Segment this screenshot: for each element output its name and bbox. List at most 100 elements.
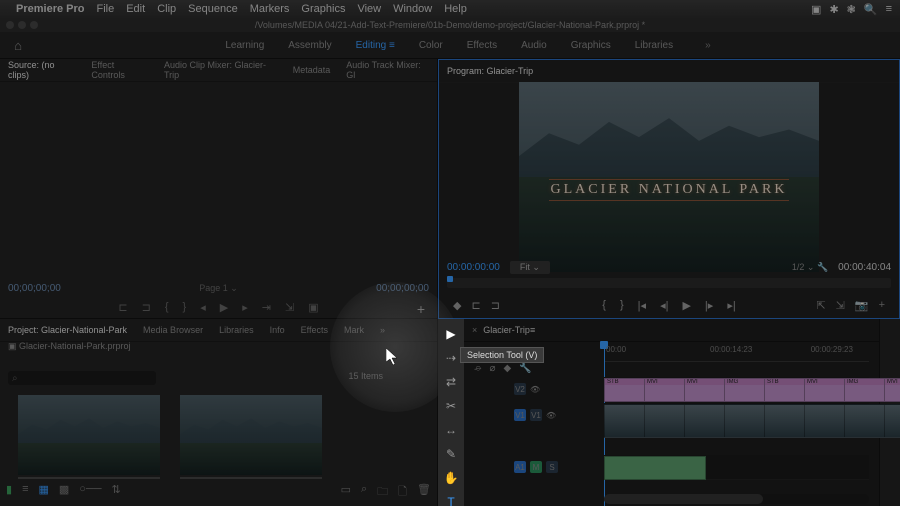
zoom-slider[interactable]: ○── bbox=[79, 483, 101, 502]
ws-overflow-icon[interactable]: » bbox=[705, 40, 711, 51]
extract-icon[interactable]: ⇲ bbox=[836, 299, 845, 312]
timeline-clip[interactable] bbox=[804, 404, 846, 438]
step-fwd-icon[interactable]: ▸| bbox=[727, 299, 735, 312]
auto-sequence-icon[interactable]: ▭ bbox=[341, 483, 351, 502]
program-scrubber[interactable] bbox=[447, 278, 891, 288]
go-in-icon[interactable]: { bbox=[165, 301, 169, 314]
playhead-icon[interactable] bbox=[447, 276, 453, 282]
eye-icon[interactable]: 👁 bbox=[546, 411, 556, 420]
snap-icon[interactable]: ⌮ bbox=[474, 363, 481, 374]
project-search-input[interactable]: ⌕ bbox=[8, 371, 156, 385]
menu-help[interactable]: Help bbox=[444, 3, 467, 15]
razor-tool[interactable]: ✂ bbox=[443, 399, 459, 413]
play-icon[interactable]: ▶ bbox=[682, 299, 690, 312]
zoom-fit-select[interactable]: Fit ⌄ bbox=[510, 261, 550, 274]
go-in-icon[interactable]: { bbox=[602, 299, 606, 312]
v1-source[interactable]: V1 bbox=[514, 409, 526, 421]
timeline-clip[interactable]: STB bbox=[764, 378, 806, 402]
insert-icon[interactable]: ⇥ bbox=[262, 301, 271, 314]
track-v2[interactable]: STBMVIMVIIMGSTBMVIIMGMVISTA bbox=[604, 377, 869, 402]
mark-in-icon[interactable]: ⊏ bbox=[471, 299, 480, 312]
tab-project[interactable]: Project: Glacier-National-Park bbox=[8, 325, 127, 335]
step-fwd-icon[interactable]: ▸ bbox=[242, 301, 248, 314]
go-out-icon[interactable]: } bbox=[183, 301, 187, 314]
timeline-clip[interactable]: MVI bbox=[804, 378, 846, 402]
timeline-clip[interactable] bbox=[684, 404, 726, 438]
seq-close-icon[interactable]: × bbox=[472, 325, 477, 335]
timeline-clip[interactable] bbox=[724, 404, 766, 438]
v2-toggle[interactable]: V2 bbox=[514, 383, 526, 395]
ws-learning[interactable]: Learning bbox=[225, 40, 264, 51]
marker-icon[interactable]: ◆ bbox=[503, 363, 511, 374]
program-tc-left[interactable]: 00:00:00:00 bbox=[447, 262, 500, 273]
step-back-icon[interactable]: ◂ bbox=[200, 301, 206, 314]
scroll-handle[interactable] bbox=[604, 494, 763, 504]
btn-editor-plus-icon[interactable]: + bbox=[879, 299, 885, 312]
tab-metadata[interactable]: Metadata bbox=[293, 65, 331, 75]
sort-icon[interactable]: ⇅ bbox=[112, 483, 121, 502]
new-item-icon[interactable]: 🗋 bbox=[398, 483, 407, 502]
sequence-name[interactable]: Glacier-Trip bbox=[483, 325, 530, 335]
tab-audio-track-mixer[interactable]: Audio Track Mixer: Gl bbox=[346, 60, 429, 80]
export-frame-icon[interactable]: ▣ bbox=[308, 301, 318, 314]
menu-edit[interactable]: Edit bbox=[126, 3, 145, 15]
icon-view-icon[interactable]: ▦ bbox=[38, 483, 48, 502]
pen-tool[interactable]: ✎ bbox=[443, 447, 459, 461]
new-bin-icon[interactable]: 🗀 bbox=[377, 483, 388, 502]
slip-tool[interactable]: ↔ bbox=[443, 423, 459, 437]
tab-media-browser[interactable]: Media Browser bbox=[143, 325, 203, 335]
timeline-clip[interactable]: MVI bbox=[644, 378, 686, 402]
ws-editing[interactable]: Editing ≡ bbox=[356, 40, 395, 51]
track-a1[interactable]: Audio 1 bbox=[604, 455, 869, 480]
cc-icon[interactable]: ▣ bbox=[811, 3, 821, 16]
a1-solo[interactable]: S bbox=[546, 461, 558, 473]
mark-in-icon[interactable]: ⊏ bbox=[118, 301, 127, 314]
type-tool[interactable]: T bbox=[443, 495, 459, 506]
timeline-clip[interactable]: MVI bbox=[684, 378, 726, 402]
ws-color[interactable]: Color bbox=[419, 40, 443, 51]
timeline-clip[interactable] bbox=[644, 404, 686, 438]
menu-graphics[interactable]: Graphics bbox=[301, 3, 345, 15]
menu-sequence[interactable]: Sequence bbox=[188, 3, 238, 15]
resolution-select[interactable]: 1/2 bbox=[792, 262, 805, 272]
timeline-clip[interactable]: STB bbox=[604, 378, 646, 402]
go-out-icon[interactable]: } bbox=[620, 299, 624, 312]
settings-icon[interactable]: 🔧 bbox=[519, 363, 531, 374]
mark-out-icon[interactable]: ⊐ bbox=[491, 299, 500, 312]
sync-icon[interactable]: ❃ bbox=[847, 3, 856, 16]
tab-markers[interactable]: Mark bbox=[344, 325, 364, 335]
hand-tool[interactable]: ✋ bbox=[443, 471, 459, 485]
project-bin-name[interactable]: Glacier-National-Park.prproj bbox=[19, 341, 131, 351]
timeline-ruler[interactable]: 00:00 00:00:14:23 00:00:29:23 bbox=[604, 341, 869, 362]
timeline-clip[interactable]: IMG bbox=[724, 378, 766, 402]
menu-extras-icon[interactable]: ≡ bbox=[886, 3, 892, 16]
menu-window[interactable]: Window bbox=[393, 3, 432, 15]
menu-markers[interactable]: Markers bbox=[250, 3, 290, 15]
freeform-view-icon[interactable]: ▩ bbox=[59, 483, 69, 502]
frame-fwd-icon[interactable]: |▸ bbox=[705, 299, 713, 312]
ws-libraries[interactable]: Libraries bbox=[635, 40, 673, 51]
menu-file[interactable]: File bbox=[96, 3, 114, 15]
menu-clip[interactable]: Clip bbox=[157, 3, 176, 15]
v1-toggle[interactable]: V1 bbox=[530, 409, 542, 421]
program-monitor[interactable]: GLACIER NATIONAL PARK bbox=[519, 82, 819, 272]
timeline-clip[interactable] bbox=[844, 404, 886, 438]
spotlight-icon[interactable]: 🔍 bbox=[864, 3, 878, 16]
add-marker-icon[interactable]: ◆ bbox=[453, 299, 461, 312]
ripple-edit-tool[interactable]: ⇄ bbox=[443, 375, 459, 389]
play-icon[interactable]: ▶ bbox=[220, 301, 228, 314]
project-thumb[interactable] bbox=[18, 395, 160, 475]
track-select-tool[interactable]: ⇢ bbox=[443, 351, 459, 365]
a1-toggle[interactable]: M bbox=[530, 461, 542, 473]
eye-icon[interactable]: 👁 bbox=[530, 385, 540, 394]
ws-audio[interactable]: Audio bbox=[521, 40, 547, 51]
tab-audio-clip-mixer[interactable]: Audio Clip Mixer: Glacier-Trip bbox=[164, 60, 277, 80]
home-icon[interactable]: ⌂ bbox=[0, 38, 36, 53]
linked-sel-icon[interactable]: ⌀ bbox=[489, 363, 495, 374]
timeline-clip[interactable]: IMG bbox=[844, 378, 886, 402]
ws-graphics[interactable]: Graphics bbox=[571, 40, 611, 51]
overflow-icon[interactable]: » bbox=[380, 325, 385, 335]
selection-tool[interactable]: ▶ bbox=[443, 327, 459, 341]
app-name[interactable]: Premiere Pro bbox=[16, 3, 84, 15]
tab-libraries[interactable]: Libraries bbox=[219, 325, 254, 335]
